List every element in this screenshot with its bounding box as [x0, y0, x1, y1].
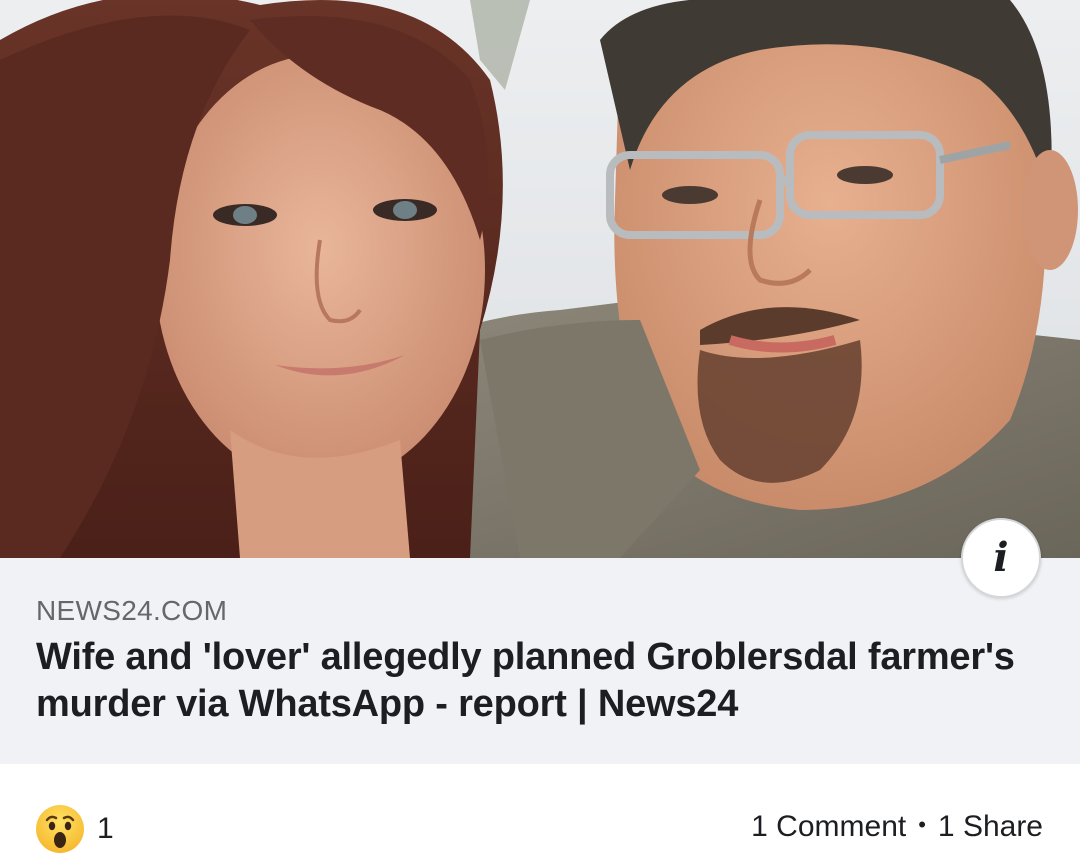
link-preview-meta[interactable]: NEWS24.COM Wife and 'lover' allegedly pl…: [0, 558, 1080, 764]
wow-reaction-icon: [36, 805, 84, 853]
post-footer: 1 1 Comment • 1 Share: [0, 764, 1080, 855]
stats-separator: •: [918, 812, 926, 837]
link-post-card: i NEWS24.COM Wife and 'lover' allegedly …: [0, 0, 1080, 855]
shares-count[interactable]: 1 Share: [938, 810, 1043, 844]
engagement-stats: 1 Comment • 1 Share: [751, 810, 1043, 844]
reactions-summary[interactable]: 1: [35, 804, 114, 854]
link-title[interactable]: Wife and 'lover' allegedly planned Grobl…: [36, 634, 1044, 728]
reaction-count: 1: [97, 812, 114, 845]
link-preview-image[interactable]: [0, 0, 1080, 558]
info-button[interactable]: i: [961, 518, 1041, 598]
link-domain: NEWS24.COM: [36, 595, 228, 626]
info-icon: i: [993, 534, 1009, 581]
comments-count[interactable]: 1 Comment: [751, 810, 906, 844]
